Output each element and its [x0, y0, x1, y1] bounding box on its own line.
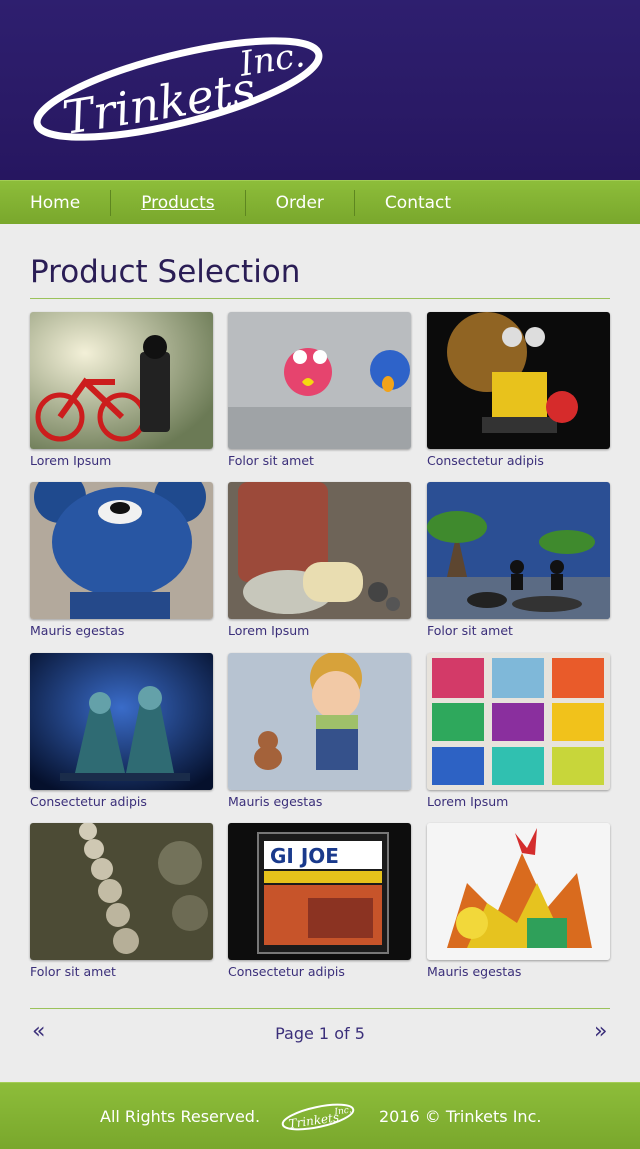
product-card[interactable]: Consectetur adipis [30, 653, 213, 809]
product-card[interactable]: Mauris egestas [228, 653, 411, 809]
svg-text:GI JOE: GI JOE [270, 844, 339, 868]
product-caption[interactable]: Mauris egestas [228, 794, 411, 809]
product-card[interactable]: Lorem Ipsum [427, 653, 610, 809]
product-image[interactable] [427, 482, 610, 619]
product-caption[interactable]: Consectetur adipis [228, 964, 411, 979]
product-image[interactable] [30, 312, 213, 449]
product-image[interactable] [30, 823, 213, 960]
product-image[interactable] [30, 653, 213, 790]
nav-contact[interactable]: Contact [355, 190, 481, 216]
product-image[interactable] [228, 653, 411, 790]
product-caption[interactable]: Mauris egestas [30, 623, 213, 638]
product-image[interactable] [427, 312, 610, 449]
product-card[interactable]: Lorem Ipsum [30, 312, 213, 468]
product-card[interactable]: Consectetur adipis [427, 312, 610, 468]
page-title: Product Selection [30, 254, 301, 290]
pager-divider [30, 1008, 610, 1009]
product-caption[interactable]: Folor sit amet [427, 623, 610, 638]
trinkets-logo[interactable]: Trinkets Inc. [28, 24, 328, 154]
nav-order[interactable]: Order [246, 189, 355, 216]
product-image[interactable] [228, 312, 411, 449]
svg-text:Trinkets: Trinkets [59, 61, 259, 145]
product-card[interactable]: Lorem Ipsum [228, 482, 411, 638]
product-card[interactable]: Mauris egestas [30, 482, 213, 638]
product-image[interactable] [228, 482, 411, 619]
product-caption[interactable]: Consectetur adipis [427, 453, 610, 468]
product-image[interactable] [427, 823, 610, 960]
product-caption[interactable]: Folor sit amet [30, 964, 213, 979]
product-card[interactable]: Mauris egestas [427, 823, 610, 979]
product-caption[interactable]: Mauris egestas [427, 964, 610, 979]
next-page-button[interactable]: » [594, 1019, 607, 1044]
title-divider [30, 298, 610, 299]
product-caption[interactable]: Lorem Ipsum [30, 453, 213, 468]
product-card[interactable]: Folor sit amet [228, 312, 411, 468]
nav-home[interactable]: Home [0, 189, 112, 216]
product-caption[interactable]: Folor sit amet [228, 453, 411, 468]
footer-logo: Trinkets Inc. [281, 1103, 355, 1131]
product-card[interactable]: Folor sit amet [30, 823, 213, 979]
product-image[interactable] [30, 482, 213, 619]
page-indicator: Page 1 of 5 [275, 1024, 365, 1043]
product-caption[interactable]: Lorem Ipsum [228, 623, 411, 638]
footer-copyright: 2016 © Trinkets Inc. [379, 1107, 542, 1126]
site-header: Trinkets Inc. [0, 0, 640, 180]
product-card[interactable]: GI JOE Consectetur adipis [228, 823, 411, 979]
footer-rights-text: All Rights Reserved. [100, 1107, 261, 1126]
product-caption[interactable]: Consectetur adipis [30, 794, 213, 809]
product-card[interactable]: Folor sit amet [427, 482, 610, 638]
product-image[interactable]: GI JOE [228, 823, 411, 960]
product-image[interactable] [427, 653, 610, 790]
nav-products[interactable]: Products [111, 189, 246, 216]
product-caption[interactable]: Lorem Ipsum [427, 794, 610, 809]
site-footer: All Rights Reserved. Trinkets Inc. 2016 … [0, 1082, 640, 1149]
main-nav: Home Products Order Contact [0, 180, 640, 224]
